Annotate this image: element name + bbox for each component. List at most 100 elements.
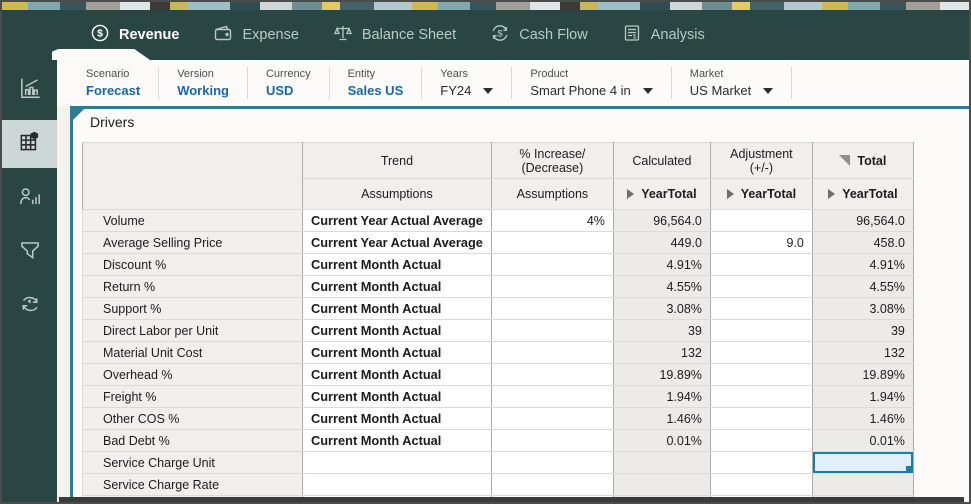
total-cell[interactable]: 19.89% (811, 363, 914, 386)
trend-cell[interactable]: Current Month Actual (302, 297, 492, 320)
adjustment-cell[interactable] (709, 451, 813, 474)
pct-increase-cell[interactable] (490, 275, 614, 298)
pct-increase-cell[interactable] (490, 253, 614, 276)
trend-cell[interactable]: Current Month Actual (302, 341, 492, 364)
adjustment-cell[interactable] (709, 275, 813, 298)
total-cell[interactable]: 3.08% (811, 297, 914, 320)
adjustment-cell[interactable]: 9.0 (709, 231, 813, 254)
pct-increase-cell[interactable]: 4% (490, 209, 614, 232)
row-header-cell[interactable]: Direct Labor per Unit (82, 319, 303, 342)
pct-increase-cell[interactable] (490, 385, 614, 408)
trend-cell[interactable]: Current Month Actual (302, 319, 492, 342)
pov-value-scenario[interactable]: Forecast (86, 83, 140, 98)
row-header-cell[interactable]: Other COS % (82, 407, 303, 430)
adjustment-cell[interactable] (709, 385, 813, 408)
subheader-yeartotal-calculated[interactable]: YearTotal (612, 178, 711, 210)
col-header-trend[interactable]: Trend (302, 142, 492, 179)
total-cell[interactable]: 0.01% (811, 429, 914, 452)
col-header-total[interactable]: Total (811, 142, 914, 179)
row-header-cell[interactable]: Material Unit Cost (82, 341, 303, 364)
sidebar-item-valid-intersections[interactable] (2, 228, 57, 276)
horizontal-scrollbar[interactable] (59, 497, 964, 502)
calculated-cell[interactable]: 449.0 (612, 231, 711, 254)
pov-value-entity[interactable]: Sales US (348, 83, 404, 98)
calculated-cell[interactable]: 4.55% (612, 275, 711, 298)
total-cell[interactable]: 1.46% (811, 407, 914, 430)
pct-increase-cell[interactable] (490, 297, 614, 320)
calculated-cell[interactable] (612, 451, 711, 474)
row-header-cell[interactable]: Return % (82, 275, 303, 298)
total-cell[interactable] (811, 451, 914, 474)
col-header-calculated[interactable]: Calculated (612, 142, 711, 179)
sidebar-item-dashboards[interactable] (2, 66, 57, 114)
total-cell[interactable] (811, 473, 914, 496)
total-cell[interactable]: 458.0 (811, 231, 914, 254)
subheader-yeartotal-adjustment[interactable]: YearTotal (709, 178, 813, 210)
pct-increase-cell[interactable] (490, 363, 614, 386)
adjustment-cell[interactable] (709, 209, 813, 232)
calculated-cell[interactable]: 4.91% (612, 253, 711, 276)
calculated-cell[interactable]: 132 (612, 341, 711, 364)
adjustment-cell[interactable] (709, 407, 813, 430)
selection-handle[interactable] (905, 466, 912, 472)
tab-balance-sheet[interactable]: Balance Sheet (333, 23, 456, 47)
trend-cell[interactable]: Current Month Actual (302, 275, 492, 298)
sidebar-item-process[interactable] (2, 282, 57, 330)
trend-cell[interactable]: Current Month Actual (302, 407, 492, 430)
pct-increase-cell[interactable] (490, 319, 614, 342)
trend-cell[interactable]: Current Month Actual (302, 385, 492, 408)
total-cell[interactable]: 4.91% (811, 253, 914, 276)
expand-icon[interactable] (828, 189, 836, 199)
calculated-cell[interactable]: 1.46% (612, 407, 711, 430)
sidebar-item-forms-active[interactable] (2, 120, 57, 168)
sidebar-item-member-analysis[interactable] (2, 174, 57, 222)
adjustment-cell[interactable] (709, 341, 813, 364)
total-cell[interactable]: 132 (811, 341, 914, 364)
total-cell[interactable]: 39 (811, 319, 914, 342)
pov-value-years-dropdown[interactable]: FY24 (440, 83, 494, 98)
row-header-cell[interactable]: Volume (82, 209, 303, 232)
trend-cell[interactable]: Current Year Actual Average (302, 231, 492, 254)
trend-cell[interactable]: Current Month Actual (302, 363, 492, 386)
row-header-cell[interactable]: Overhead % (82, 363, 303, 386)
subheader-assumptions-trend[interactable]: Assumptions (302, 178, 492, 210)
tab-revenue[interactable]: $ Revenue (90, 23, 179, 47)
pct-increase-cell[interactable] (490, 231, 614, 254)
adjustment-cell[interactable] (709, 363, 813, 386)
trend-cell[interactable]: Current Year Actual Average (302, 209, 492, 232)
adjustment-cell[interactable] (709, 429, 813, 452)
pov-value-product-dropdown[interactable]: Smart Phone 4 in (530, 83, 653, 98)
row-header-cell[interactable]: Support % (82, 297, 303, 320)
pct-increase-cell[interactable] (490, 341, 614, 364)
pct-increase-cell[interactable] (490, 451, 614, 474)
subheader-assumptions-pct[interactable]: Assumptions (490, 178, 614, 210)
adjustment-cell[interactable] (709, 473, 813, 496)
trend-cell[interactable]: Current Month Actual (302, 253, 492, 276)
adjustment-cell[interactable] (709, 319, 813, 342)
tab-cash-flow[interactable]: $ Cash Flow (490, 23, 588, 47)
col-header-pct-increase[interactable]: % Increase/(Decrease) (490, 142, 614, 179)
calculated-cell[interactable]: 0.01% (612, 429, 711, 452)
pov-value-market-dropdown[interactable]: US Market (690, 83, 774, 98)
total-cell[interactable]: 1.94% (811, 385, 914, 408)
pct-increase-cell[interactable] (490, 407, 614, 430)
row-header-cell[interactable]: Discount % (82, 253, 303, 276)
row-header-cell[interactable]: Service Charge Unit (82, 451, 303, 474)
expand-icon[interactable] (726, 189, 734, 199)
subheader-yeartotal-total[interactable]: YearTotal (811, 178, 914, 210)
calculated-cell[interactable]: 96,564.0 (612, 209, 711, 232)
calculated-cell[interactable]: 3.08% (612, 297, 711, 320)
calculated-cell[interactable]: 1.94% (612, 385, 711, 408)
col-header-adjustment[interactable]: Adjustment (+/-) (709, 142, 813, 179)
total-cell[interactable]: 96,564.0 (811, 209, 914, 232)
tab-analysis[interactable]: $ Analysis (622, 23, 705, 47)
trend-cell[interactable] (302, 451, 492, 474)
trend-cell[interactable]: Current Month Actual (302, 429, 492, 452)
calculated-cell[interactable] (612, 473, 711, 496)
pov-value-version[interactable]: Working (177, 83, 229, 98)
row-header-cell[interactable]: Bad Debt % (82, 429, 303, 452)
row-header-cell[interactable]: Freight % (82, 385, 303, 408)
adjustment-cell[interactable] (709, 253, 813, 276)
tab-expense[interactable]: Expense (213, 23, 299, 47)
row-header-cell[interactable]: Service Charge Rate (82, 473, 303, 496)
